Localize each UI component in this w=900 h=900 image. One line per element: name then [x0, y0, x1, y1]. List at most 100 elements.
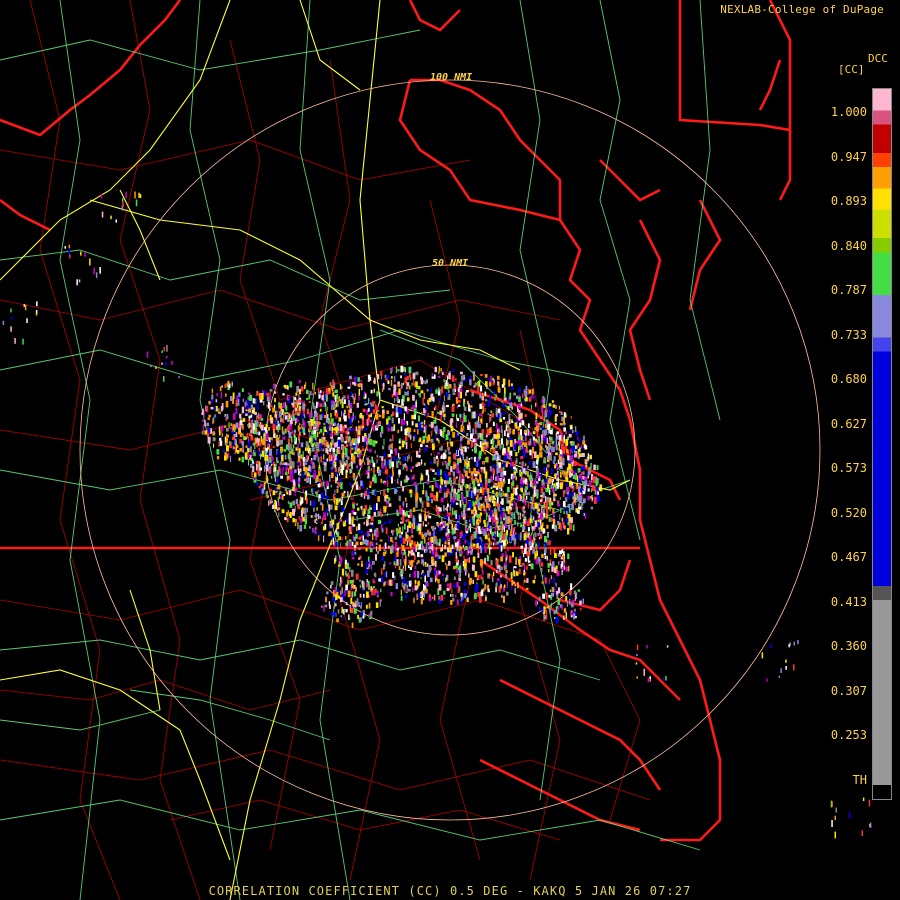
echo-gate	[503, 470, 507, 476]
echo-gate	[500, 594, 503, 598]
echo-gate	[429, 485, 432, 488]
echo-gate	[374, 450, 376, 454]
echo-gate	[335, 476, 337, 484]
echo-gate	[412, 587, 414, 592]
echo-gate	[358, 450, 362, 454]
echo-gate	[565, 413, 567, 418]
echo-gate	[178, 376, 180, 379]
echo-gate	[401, 576, 404, 580]
echo-gate	[366, 583, 368, 588]
echo-gate	[572, 474, 576, 479]
echo-gate	[376, 503, 378, 511]
echo-gate	[337, 505, 341, 508]
echo-gate	[392, 572, 395, 578]
echo-gate	[522, 479, 525, 484]
echo-gate	[550, 575, 553, 580]
echo-gate	[396, 548, 399, 551]
echo-gate	[398, 446, 402, 450]
echo-gate	[336, 393, 339, 400]
echo-gate	[524, 442, 527, 448]
echo-gate	[541, 399, 543, 403]
echo-gate	[547, 406, 550, 410]
echo-gate	[391, 443, 393, 449]
echo-gate	[245, 445, 248, 448]
echo-gate	[499, 506, 503, 511]
echo-gate	[449, 420, 453, 427]
echo-gate	[251, 416, 254, 420]
echo-gate	[550, 602, 552, 609]
echo-gate	[436, 425, 438, 431]
echo-gate	[434, 370, 437, 373]
echo-gate	[295, 447, 298, 451]
color-scale-tick: 0.840	[830, 238, 867, 253]
echo-gate	[357, 377, 360, 382]
echo-gate	[510, 512, 513, 517]
color-scale-tick: 0.253	[830, 728, 867, 742]
echo-gate	[551, 592, 554, 597]
echo-gate	[513, 570, 516, 577]
echo-gate	[314, 513, 318, 518]
echo-gate	[418, 515, 422, 522]
echo-gate	[300, 496, 302, 500]
echo-gate	[410, 456, 413, 462]
echo-gate	[466, 433, 469, 437]
echo-gate	[341, 411, 342, 417]
echo-gate	[540, 568, 543, 573]
echo-gate	[309, 451, 311, 456]
echo-gate	[435, 507, 438, 510]
echo-gate	[239, 420, 243, 423]
echo-gate	[537, 533, 540, 536]
echo-gate	[500, 438, 503, 445]
echo-gate	[368, 433, 371, 438]
echo-gate	[332, 447, 336, 452]
echo-gate	[546, 445, 548, 452]
echo-gate	[427, 496, 430, 501]
echo-gate	[391, 476, 393, 484]
echo-gate	[250, 404, 253, 410]
echo-gate	[487, 537, 491, 542]
echo-gate	[163, 346, 165, 352]
echo-gate	[515, 476, 517, 481]
echo-gate	[370, 389, 373, 394]
echo-gate	[292, 500, 296, 506]
echo-gate	[328, 504, 331, 512]
echo-gate	[294, 435, 296, 443]
echo-gate	[389, 562, 392, 565]
echo-gate	[527, 502, 529, 509]
echo-gate	[304, 478, 306, 481]
echo-gate	[420, 380, 424, 384]
echo-gate	[344, 559, 347, 565]
echo-gate	[484, 471, 488, 479]
echo-gate	[359, 601, 361, 606]
echo-gate	[328, 531, 332, 537]
echo-gate	[482, 505, 486, 509]
echo-gate	[161, 362, 163, 365]
echo-gate	[517, 440, 520, 444]
echo-gate	[426, 436, 429, 443]
echo-gate	[350, 569, 354, 577]
echo-gate	[242, 398, 244, 403]
echo-gate	[299, 405, 301, 412]
echo-gate	[399, 572, 401, 577]
echo-gate	[349, 468, 351, 474]
echo-gate	[543, 614, 545, 621]
echo-gate	[495, 519, 497, 524]
echo-gate	[534, 491, 537, 497]
echo-gate	[404, 512, 406, 517]
echo-gate	[529, 449, 532, 456]
echo-gate	[304, 403, 306, 407]
echo-gate	[403, 420, 406, 425]
echo-gate	[304, 493, 307, 501]
echo-gate	[294, 469, 296, 474]
echo-gate	[526, 587, 529, 590]
echo-gate	[247, 447, 249, 453]
echo-gate	[649, 676, 651, 679]
echo-gate	[577, 589, 580, 592]
echo-gate	[537, 524, 539, 530]
echo-gate	[398, 440, 401, 444]
echo-gate	[347, 491, 349, 498]
echo-gate	[378, 578, 381, 582]
echo-gate	[365, 561, 368, 568]
echo-gate	[500, 425, 503, 432]
highways	[0, 0, 631, 900]
